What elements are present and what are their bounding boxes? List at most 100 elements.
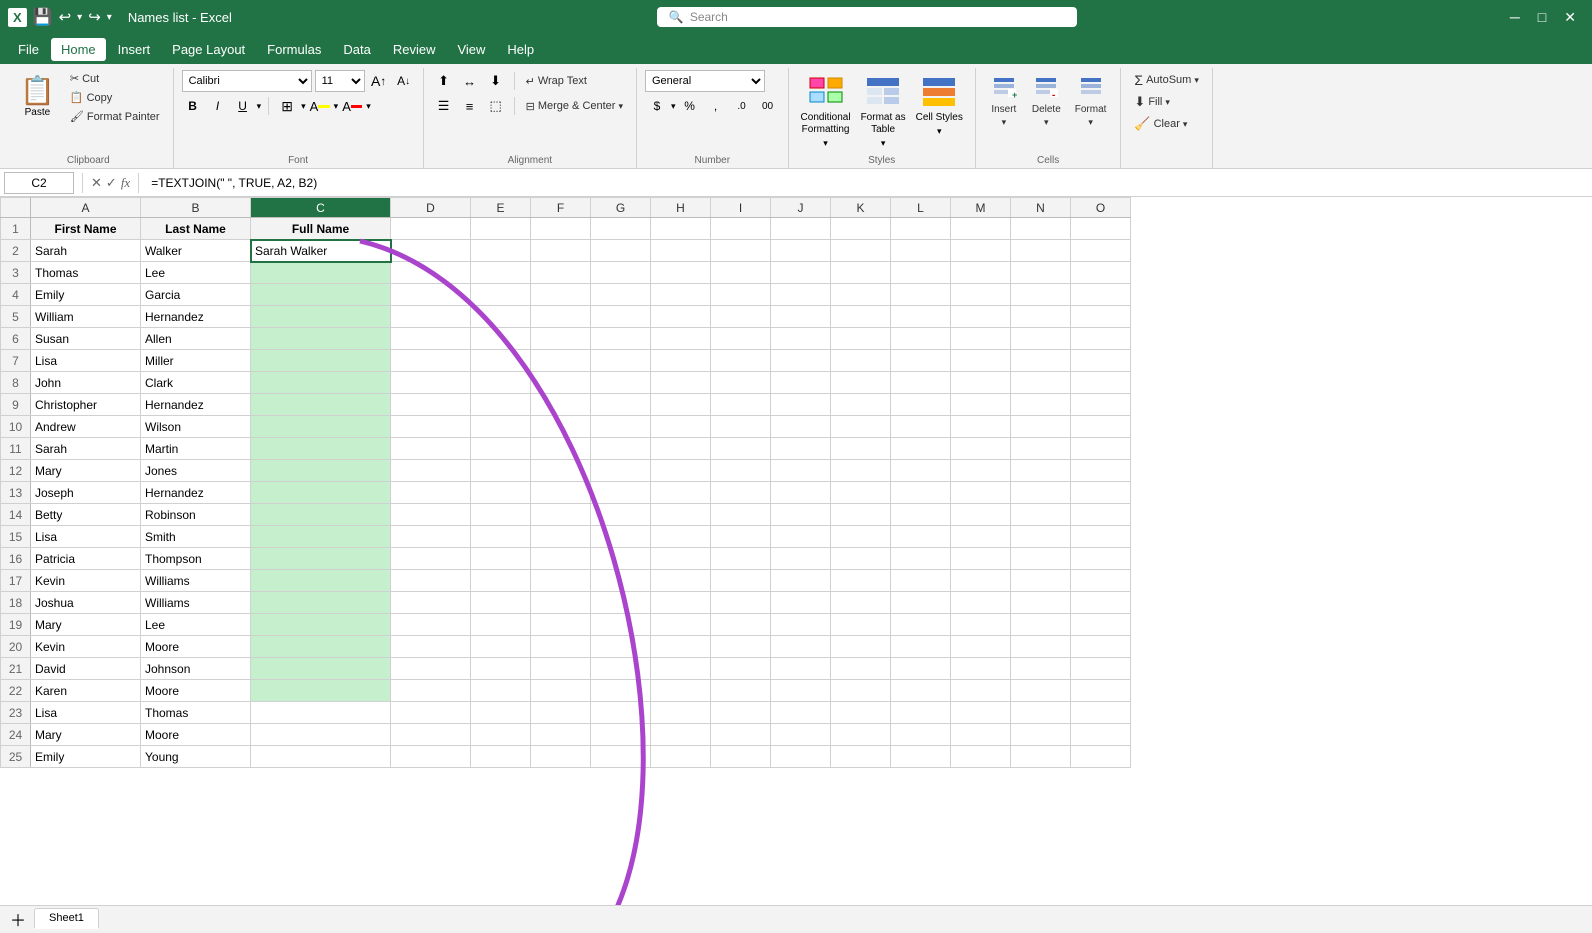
cell-l15[interactable] bbox=[891, 526, 951, 548]
cell-n2[interactable] bbox=[1011, 240, 1071, 262]
cell-j3[interactable] bbox=[771, 262, 831, 284]
cell-h3[interactable] bbox=[651, 262, 711, 284]
cell-g4[interactable] bbox=[591, 284, 651, 306]
font-name-select[interactable]: Calibri bbox=[182, 70, 312, 92]
cell-a5[interactable]: William bbox=[31, 306, 141, 328]
cell-b14[interactable]: Robinson bbox=[141, 504, 251, 526]
cell-n19[interactable] bbox=[1011, 614, 1071, 636]
cell-a25[interactable]: Emily bbox=[31, 746, 141, 768]
cell-e5[interactable] bbox=[471, 306, 531, 328]
cell-i8[interactable] bbox=[711, 372, 771, 394]
col-header-m[interactable]: M bbox=[951, 198, 1011, 218]
align-center-button[interactable]: ≡ bbox=[458, 95, 482, 117]
cell-n11[interactable] bbox=[1011, 438, 1071, 460]
cell-g17[interactable] bbox=[591, 570, 651, 592]
col-header-g[interactable]: G bbox=[591, 198, 651, 218]
cell-l8[interactable] bbox=[891, 372, 951, 394]
cut-button[interactable]: ✂ Cut bbox=[65, 70, 165, 87]
confirm-formula-icon[interactable]: ✓ bbox=[106, 175, 117, 191]
cell-i7[interactable] bbox=[711, 350, 771, 372]
cell-i23[interactable] bbox=[711, 702, 771, 724]
cell-d17[interactable] bbox=[391, 570, 471, 592]
cell-f18[interactable] bbox=[531, 592, 591, 614]
cell-k4[interactable] bbox=[831, 284, 891, 306]
cell-c11[interactable] bbox=[251, 438, 391, 460]
merge-dropdown[interactable]: ▾ bbox=[618, 101, 623, 112]
save-button[interactable]: 💾 bbox=[33, 7, 53, 27]
percent-button[interactable]: % bbox=[678, 95, 702, 117]
cell-g7[interactable] bbox=[591, 350, 651, 372]
font-size-select[interactable]: 11 bbox=[315, 70, 365, 92]
cell-m12[interactable] bbox=[951, 460, 1011, 482]
sheet-scroll[interactable]: A B C D E F G H I J K L M N O bbox=[0, 197, 1592, 905]
cell-n6[interactable] bbox=[1011, 328, 1071, 350]
cell-h21[interactable] bbox=[651, 658, 711, 680]
menu-page-layout[interactable]: Page Layout bbox=[162, 38, 255, 61]
cell-b4[interactable]: Garcia bbox=[141, 284, 251, 306]
currency-button[interactable]: $ bbox=[645, 95, 669, 117]
cell-k18[interactable] bbox=[831, 592, 891, 614]
cell-d6[interactable] bbox=[391, 328, 471, 350]
menu-insert[interactable]: Insert bbox=[108, 38, 161, 61]
cell-d16[interactable] bbox=[391, 548, 471, 570]
cell-f10[interactable] bbox=[531, 416, 591, 438]
increase-decimal-button[interactable]: .0 bbox=[730, 95, 754, 117]
cell-h22[interactable] bbox=[651, 680, 711, 702]
cell-e8[interactable] bbox=[471, 372, 531, 394]
cell-g24[interactable] bbox=[591, 724, 651, 746]
cell-c18[interactable] bbox=[251, 592, 391, 614]
col-header-o[interactable]: O bbox=[1071, 198, 1131, 218]
cell-j21[interactable] bbox=[771, 658, 831, 680]
insert-function-icon[interactable]: fx bbox=[121, 175, 130, 191]
cell-n20[interactable] bbox=[1011, 636, 1071, 658]
cell-k14[interactable] bbox=[831, 504, 891, 526]
cell-l3[interactable] bbox=[891, 262, 951, 284]
cell-k24[interactable] bbox=[831, 724, 891, 746]
cell-m21[interactable] bbox=[951, 658, 1011, 680]
cell-g8[interactable] bbox=[591, 372, 651, 394]
menu-formulas[interactable]: Formulas bbox=[257, 38, 331, 61]
cell-o12[interactable] bbox=[1071, 460, 1131, 482]
cell-c16[interactable] bbox=[251, 548, 391, 570]
cell-k5[interactable] bbox=[831, 306, 891, 328]
cell-l10[interactable] bbox=[891, 416, 951, 438]
cell-h24[interactable] bbox=[651, 724, 711, 746]
cell-e9[interactable] bbox=[471, 394, 531, 416]
cell-n16[interactable] bbox=[1011, 548, 1071, 570]
cell-g21[interactable] bbox=[591, 658, 651, 680]
cell-f25[interactable] bbox=[531, 746, 591, 768]
cell-j4[interactable] bbox=[771, 284, 831, 306]
cell-d13[interactable] bbox=[391, 482, 471, 504]
clear-dropdown[interactable]: ▾ bbox=[1183, 119, 1188, 130]
cell-d15[interactable] bbox=[391, 526, 471, 548]
cell-a18[interactable]: Joshua bbox=[31, 592, 141, 614]
cell-l7[interactable] bbox=[891, 350, 951, 372]
cell-f13[interactable] bbox=[531, 482, 591, 504]
quick-access-dropdown[interactable]: ▾ bbox=[107, 12, 112, 23]
cell-j6[interactable] bbox=[771, 328, 831, 350]
col-header-i[interactable]: I bbox=[711, 198, 771, 218]
cell-o20[interactable] bbox=[1071, 636, 1131, 658]
undo-dropdown[interactable]: ▾ bbox=[77, 12, 82, 23]
cell-o14[interactable] bbox=[1071, 504, 1131, 526]
cell-i1[interactable] bbox=[711, 218, 771, 240]
cell-o4[interactable] bbox=[1071, 284, 1131, 306]
cell-k12[interactable] bbox=[831, 460, 891, 482]
cell-c12[interactable] bbox=[251, 460, 391, 482]
cell-h20[interactable] bbox=[651, 636, 711, 658]
cell-d10[interactable] bbox=[391, 416, 471, 438]
cell-d19[interactable] bbox=[391, 614, 471, 636]
cell-f24[interactable] bbox=[531, 724, 591, 746]
cell-d21[interactable] bbox=[391, 658, 471, 680]
cell-h4[interactable] bbox=[651, 284, 711, 306]
cell-o11[interactable] bbox=[1071, 438, 1131, 460]
cell-c25[interactable] bbox=[251, 746, 391, 768]
cell-o17[interactable] bbox=[1071, 570, 1131, 592]
cell-f17[interactable] bbox=[531, 570, 591, 592]
cell-n25[interactable] bbox=[1011, 746, 1071, 768]
cell-i25[interactable] bbox=[711, 746, 771, 768]
close-button[interactable]: ✕ bbox=[1556, 7, 1584, 28]
cell-c4[interactable] bbox=[251, 284, 391, 306]
border-dropdown[interactable]: ▾ bbox=[301, 101, 306, 112]
cell-n1[interactable] bbox=[1011, 218, 1071, 240]
